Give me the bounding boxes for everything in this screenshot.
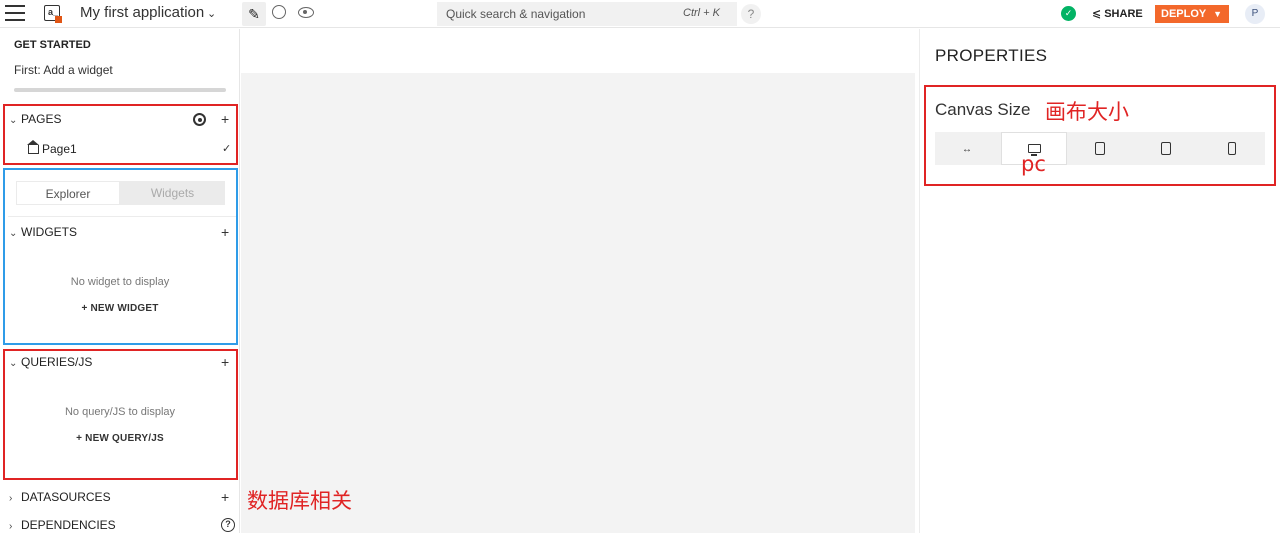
- add-page-plus-icon[interactable]: +: [221, 111, 229, 127]
- datasources-title: DATASOURCES: [21, 490, 111, 504]
- quick-search-input[interactable]: Quick search & navigation Ctrl + K: [437, 2, 737, 26]
- home-icon: [27, 140, 39, 154]
- sidebar-item-page1[interactable]: Page1: [27, 140, 77, 156]
- tab-explorer[interactable]: Explorer: [17, 182, 119, 204]
- tab-widgets[interactable]: Widgets: [120, 181, 225, 205]
- dependencies-section-header[interactable]: › DEPENDENCIES: [9, 518, 116, 532]
- properties-title: PROPERTIES: [935, 46, 1048, 65]
- datasources-section-header[interactable]: › DATASOURCES: [9, 490, 111, 504]
- canvas-size-fluid[interactable]: ↔: [935, 132, 1001, 165]
- appsmith-logo-icon[interactable]: a_: [44, 5, 62, 23]
- save-status-check-icon: ✓: [1061, 6, 1076, 21]
- page-label: Page1: [42, 142, 77, 156]
- widgets-section-header[interactable]: ⌄ WIDGETS: [9, 225, 77, 239]
- tablet-icon: [1095, 142, 1105, 155]
- help-button[interactable]: ?: [741, 4, 761, 24]
- new-widget-button[interactable]: + NEW WIDGET: [0, 303, 240, 314]
- annotation-pc: pc: [1021, 152, 1046, 176]
- search-placeholder: Quick search & navigation: [446, 7, 586, 21]
- annotation-canvas-size: 画布大小: [1045, 100, 1129, 124]
- widgets-empty-message: No widget to display: [70, 276, 170, 288]
- top-bar: a_ My first application ⌄ ✎ Quick search…: [0, 0, 1280, 28]
- chevron-down-icon[interactable]: ⌄: [9, 358, 21, 369]
- chevron-right-icon[interactable]: ›: [9, 521, 21, 532]
- get-started-progress-bar: [14, 88, 226, 92]
- get-started-subtitle: First: Add a widget: [14, 63, 113, 77]
- pages-title: PAGES: [21, 112, 62, 126]
- share-icon: ⩽: [1092, 8, 1102, 20]
- search-shortcut: Ctrl + K: [683, 7, 720, 19]
- comment-icon[interactable]: [272, 5, 286, 19]
- deploy-button[interactable]: DEPLOY ▼: [1155, 5, 1229, 23]
- avatar[interactable]: P: [1245, 4, 1265, 24]
- add-widget-plus-icon[interactable]: +: [221, 224, 229, 240]
- mobile-phone-icon: [1228, 142, 1236, 155]
- canvas-size-label: Canvas Size: [935, 100, 1031, 119]
- tablet-icon: [1161, 142, 1171, 155]
- share-button[interactable]: ⩽ SHARE: [1092, 7, 1143, 20]
- app-title[interactable]: My first application: [80, 4, 204, 21]
- add-datasource-plus-icon[interactable]: +: [221, 489, 229, 505]
- dependencies-title: DEPENDENCIES: [21, 518, 116, 532]
- edit-mode-pencil-icon[interactable]: ✎: [242, 2, 266, 26]
- canvas-size-tablet-landscape[interactable]: [1067, 132, 1133, 165]
- check-icon: ✓: [222, 143, 232, 155]
- annotation-database: 数据库相关: [247, 489, 352, 513]
- chevron-down-icon[interactable]: ⌄: [9, 228, 21, 239]
- divider: [8, 216, 236, 217]
- pages-section-header[interactable]: ⌄ PAGES: [9, 112, 61, 126]
- gear-icon[interactable]: [193, 113, 206, 126]
- canvas-size-mobile[interactable]: [1199, 132, 1265, 165]
- share-label: SHARE: [1104, 8, 1143, 20]
- add-query-plus-icon[interactable]: +: [221, 354, 229, 370]
- chevron-down-icon[interactable]: ⌄: [207, 7, 216, 20]
- new-query-button[interactable]: + NEW QUERY/JS: [0, 433, 240, 444]
- help-circle-icon[interactable]: ?: [221, 518, 235, 532]
- chevron-right-icon[interactable]: ›: [9, 493, 21, 504]
- queries-section-header[interactable]: ⌄ QUERIES/JS: [9, 355, 92, 369]
- canvas-area[interactable]: [241, 73, 915, 533]
- canvas-size-selector: ↔: [935, 132, 1265, 165]
- chevron-down-icon[interactable]: ▼: [1213, 5, 1222, 23]
- widgets-title: WIDGETS: [21, 225, 77, 239]
- get-started-title: GET STARTED: [14, 39, 91, 51]
- canvas-size-tablet[interactable]: [1133, 132, 1199, 165]
- hamburger-menu-icon[interactable]: [5, 5, 25, 23]
- canvas-header: [241, 29, 915, 73]
- preview-eye-icon[interactable]: [298, 7, 314, 18]
- queries-empty-message: No query/JS to display: [64, 406, 176, 418]
- queries-title: QUERIES/JS: [21, 355, 93, 369]
- chevron-down-icon[interactable]: ⌄: [9, 115, 21, 126]
- deploy-label: DEPLOY: [1161, 8, 1207, 20]
- fluid-width-icon: ↔: [962, 144, 972, 155]
- explorer-widgets-tabs: Explorer Widgets: [16, 181, 225, 205]
